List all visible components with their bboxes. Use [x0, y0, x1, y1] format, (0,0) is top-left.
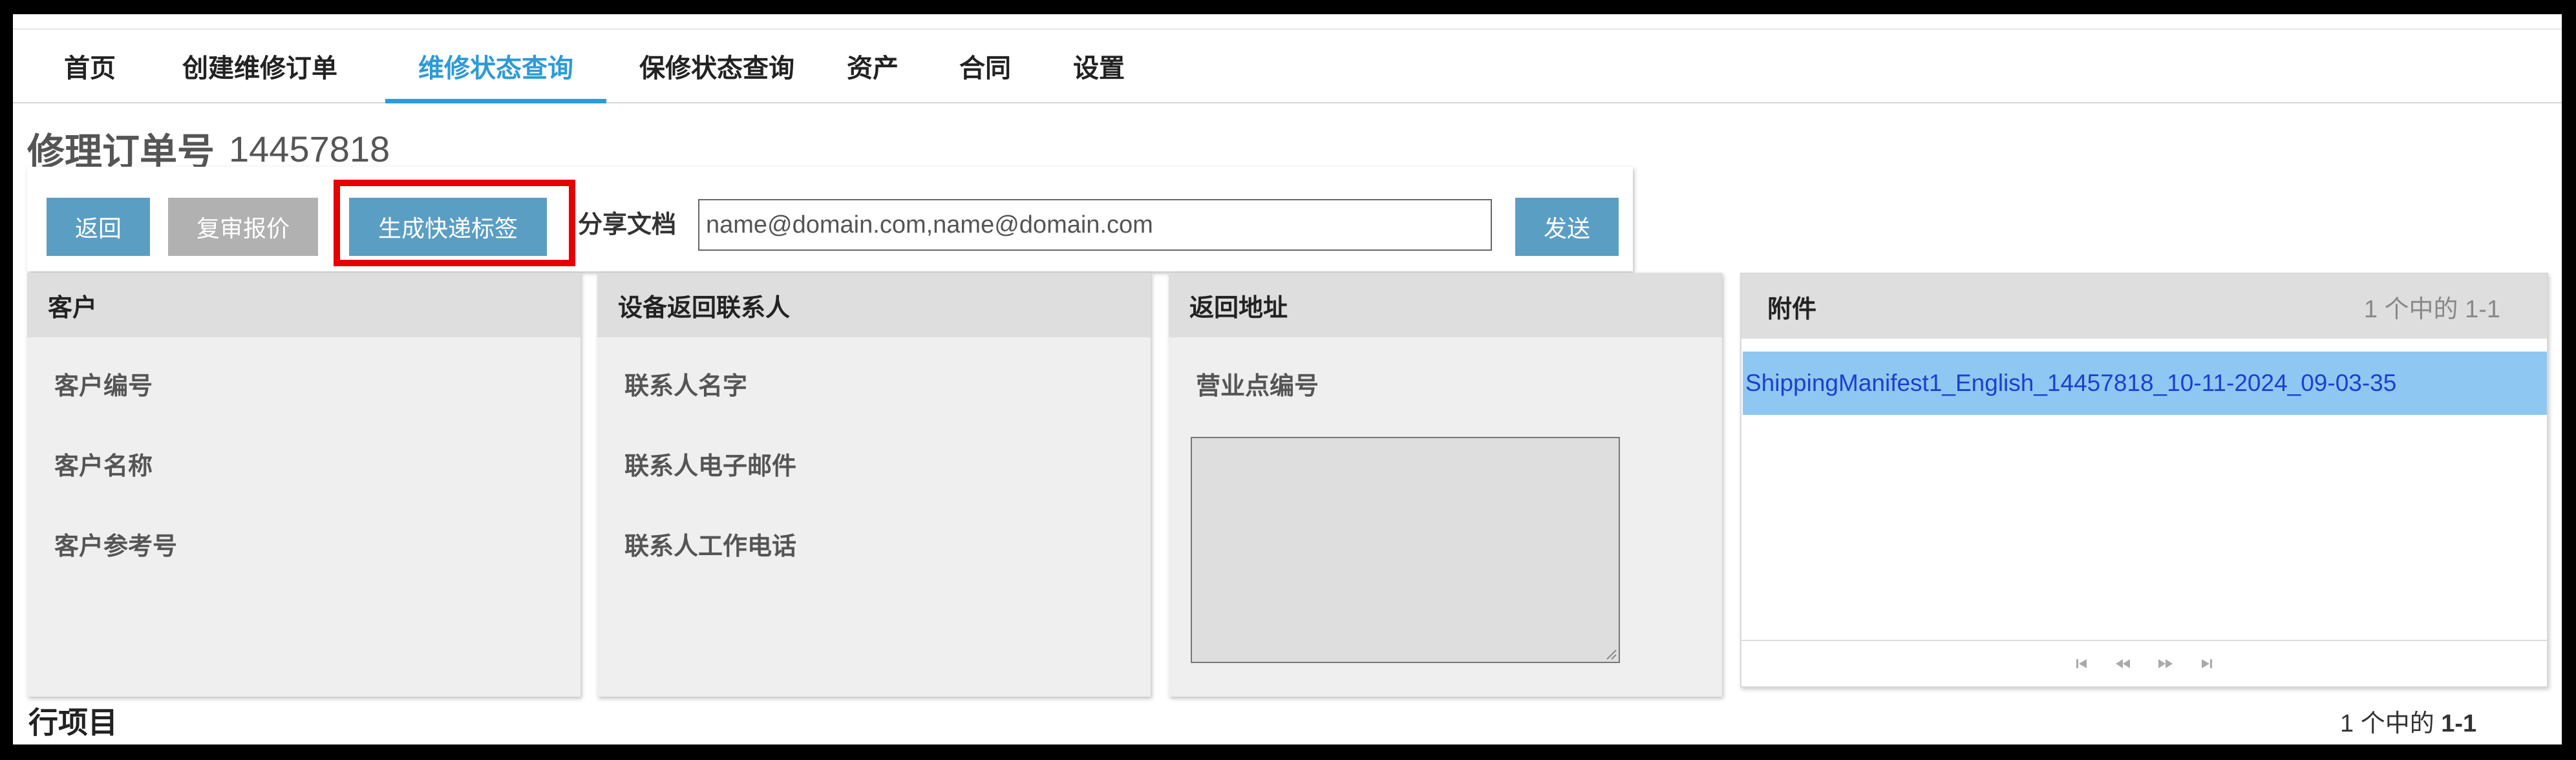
top-nav: 首页 创建维修订单 维修状态查询 保修状态查询 资产 合同 设置 — [13, 28, 2562, 103]
contact-email-label: 联系人电子邮件 — [624, 453, 797, 480]
action-bar: 返回 复审报价 生成快递标签 分享文档 发送 — [27, 167, 1633, 271]
share-documents-label: 分享文档 — [578, 211, 677, 238]
customer-panel-header: 客户 — [27, 273, 580, 337]
nav-item-home[interactable]: 首页 — [48, 30, 132, 102]
attachments-count: 1 个中的 1-1 — [2363, 295, 2500, 323]
attachments-panel: 附件 1 个中的 1-1 ShippingManifest1_English_1… — [1740, 273, 2548, 688]
return-contact-panel-header: 设备返回联系人 — [597, 273, 1151, 337]
previous-page-icon[interactable] — [2114, 657, 2131, 671]
line-items-count-range: 1-1 — [2441, 710, 2477, 737]
customer-reference-label: 客户参考号 — [54, 533, 178, 560]
nav-item-repair-status[interactable]: 维修状态查询 — [385, 30, 606, 103]
last-page-icon[interactable] — [2200, 657, 2214, 671]
nav-item-assets[interactable]: 资产 — [839, 30, 906, 102]
return-address-textarea[interactable] — [1191, 437, 1620, 663]
highlight-box — [334, 180, 575, 266]
customer-id-label: 客户编号 — [54, 373, 153, 400]
contact-work-phone-label: 联系人工作电话 — [624, 533, 797, 560]
nav-item-warranty-status[interactable]: 保修状态查询 — [623, 30, 811, 102]
line-items-heading: 行项目 — [28, 706, 118, 739]
back-button[interactable]: 返回 — [47, 198, 150, 256]
page-title: 修理订单号 14457818 — [27, 124, 390, 174]
review-quote-button: 复审报价 — [168, 198, 318, 256]
send-button[interactable]: 发送 — [1515, 198, 1619, 256]
share-email-input[interactable] — [698, 199, 1492, 251]
return-address-panel-header: 返回地址 — [1169, 273, 1722, 337]
next-page-icon[interactable] — [2157, 657, 2174, 671]
customer-panel: 客户 客户编号 客户名称 客户参考号 — [27, 273, 580, 697]
contact-name-label: 联系人名字 — [624, 373, 748, 400]
line-items-count: 1 个中的 1-1 — [2340, 703, 2476, 739]
line-items-count-prefix: 1 个中的 — [2340, 710, 2442, 737]
nav-item-create-repair-order[interactable]: 创建维修订单 — [163, 30, 357, 102]
nav-item-settings[interactable]: 设置 — [1065, 30, 1133, 102]
return-address-panel: 返回地址 营业点编号 — [1169, 273, 1722, 697]
app-canvas: 首页 创建维修订单 维修状态查询 保修状态查询 资产 合同 设置 修理订单号 1… — [13, 14, 2562, 744]
resize-grip-icon[interactable] — [1603, 646, 1617, 660]
nav-item-contracts[interactable]: 合同 — [952, 30, 1019, 102]
business-site-number-label: 营业点编号 — [1196, 373, 1319, 400]
return-contact-panel: 设备返回联系人 联系人名字 联系人电子邮件 联系人工作电话 — [597, 273, 1151, 697]
order-number: 14457818 — [229, 128, 390, 169]
customer-name-label: 客户名称 — [54, 453, 153, 480]
first-page-icon[interactable] — [2074, 657, 2089, 671]
attachments-pager — [1741, 640, 2547, 686]
attachment-item[interactable]: ShippingManifest1_English_14457818_10-11… — [1743, 352, 2547, 415]
